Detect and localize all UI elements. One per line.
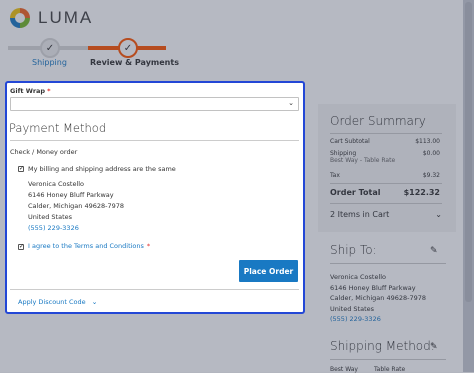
terms-link[interactable]: I agree to the Terms and Conditions — [28, 242, 144, 250]
required-asterisk: * — [146, 242, 151, 250]
apply-discount-toggle[interactable]: Apply Discount Code ⌄ — [18, 298, 98, 306]
apply-discount-label: Apply Discount Code — [18, 298, 86, 306]
same-address-checkbox[interactable]: ✓ — [18, 166, 24, 172]
required-asterisk: * — [47, 87, 51, 95]
billing-street: 6146 Honey Bluff Parkway — [28, 191, 114, 199]
billing-phone-link[interactable]: (555) 229-3326 — [28, 223, 124, 234]
chevron-down-icon: ⌄ — [288, 99, 294, 107]
billing-address: Veronica Costello 6146 Honey Bluff Parkw… — [28, 179, 124, 234]
chevron-down-icon: ⌄ — [91, 298, 98, 306]
payment-method-title: Payment Method — [9, 121, 107, 135]
billing-country: United States — [28, 213, 73, 221]
divider — [10, 289, 299, 290]
divider — [10, 140, 299, 141]
payment-method-option[interactable]: Check / Money order — [10, 148, 77, 156]
same-address-label[interactable]: My billing and shipping address are the … — [28, 165, 176, 173]
place-order-button[interactable]: Place Order — [239, 260, 298, 282]
gift-wrap-label: Gift Wrap * — [10, 87, 50, 95]
terms-label: I agree to the Terms and Conditions * — [28, 242, 150, 250]
gift-wrap-select[interactable]: ⌄ — [10, 97, 299, 111]
terms-checkbox[interactable]: ✓ — [18, 244, 24, 250]
payment-panel: Gift Wrap * ⌄ Payment Method Check / Mone… — [5, 81, 305, 314]
gift-wrap-label-text: Gift Wrap — [10, 87, 46, 95]
billing-city: Calder, Michigan 49628-7978 — [28, 202, 125, 210]
billing-name: Veronica Costello — [28, 180, 85, 188]
